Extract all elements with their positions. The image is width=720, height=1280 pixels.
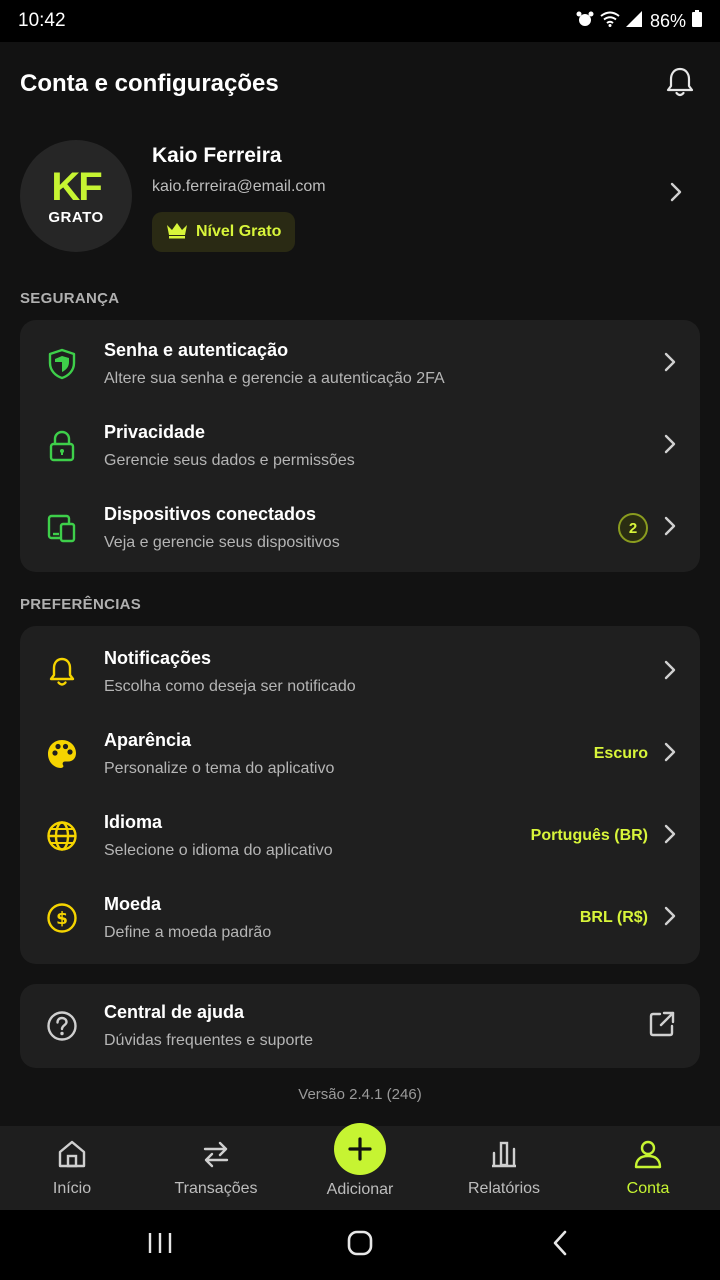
- chart-icon: [489, 1139, 519, 1174]
- back-button[interactable]: [530, 1220, 590, 1270]
- avatar-initials: KF: [51, 164, 102, 209]
- row-password-auth[interactable]: Senha e autenticação Altere sua senha e …: [20, 323, 700, 405]
- section-label-security: SEGURANÇA: [20, 290, 120, 307]
- home-button[interactable]: [330, 1220, 390, 1270]
- row-title: Idioma: [104, 812, 163, 832]
- language-value: Português (BR): [530, 827, 648, 844]
- globe-icon: [46, 820, 78, 852]
- chevron-right-icon: [664, 434, 676, 459]
- currency-value: BRL (R$): [579, 909, 648, 926]
- row-title: Moeda: [104, 894, 162, 914]
- chevron-right-icon: [670, 182, 682, 207]
- profile-card[interactable]: KF GRATO Kaio Ferreira kaio.ferreira@ema…: [20, 140, 700, 260]
- row-currency[interactable]: $ Moeda Define a moeda padrão BRL (R$): [20, 877, 700, 959]
- plus-icon: [334, 1123, 386, 1175]
- page-title: Conta e configurações: [20, 70, 279, 97]
- help-card: Central de ajuda Dúvidas frequentes e su…: [20, 984, 700, 1068]
- row-title: Notificações: [104, 648, 212, 668]
- row-subtitle: Personalize o tema do aplicativo: [104, 760, 335, 777]
- level-badge: Nível Grato: [152, 212, 296, 252]
- svg-text:$: $: [56, 909, 68, 929]
- chevron-right-icon: [664, 352, 676, 377]
- system-nav-bar: [0, 1210, 720, 1280]
- transfer-icon: [201, 1139, 231, 1174]
- row-subtitle: Veja e gerencie seus dispositivos: [104, 534, 340, 551]
- row-subtitle: Selecione o idioma do aplicativo: [104, 842, 333, 859]
- user-icon: [633, 1139, 663, 1174]
- nav-label: Conta: [626, 1179, 670, 1197]
- chevron-right-icon: [664, 906, 676, 931]
- back-icon: [552, 1230, 568, 1261]
- help-icon: [46, 1010, 78, 1042]
- row-help-center[interactable]: Central de ajuda Dúvidas frequentes e su…: [20, 985, 700, 1067]
- chevron-right-icon: [664, 742, 676, 767]
- dollar-icon: $: [46, 902, 78, 934]
- external-link-icon: [648, 1010, 676, 1043]
- nav-item-reports[interactable]: Relatórios: [432, 1126, 576, 1210]
- row-subtitle: Altere sua senha e gerencie a autenticaç…: [104, 370, 445, 387]
- row-notifications[interactable]: Notificações Escolha como deseja ser not…: [20, 631, 700, 713]
- appearance-value: Escuro: [593, 745, 648, 762]
- row-title: Central de ajuda: [104, 1002, 245, 1022]
- row-privacy[interactable]: Privacidade Gerencie seus dados e permis…: [20, 405, 700, 487]
- alarm-icon: [576, 11, 594, 32]
- bottom-nav: Início Transações Adicionar Relatórios C…: [0, 1123, 720, 1210]
- crown-icon: [166, 221, 188, 244]
- nav-label: Início: [52, 1179, 92, 1197]
- profile-email: kaio.ferreira@email.com: [152, 178, 326, 195]
- nav-label: Transações: [174, 1179, 258, 1197]
- avatar-tier: GRATO: [48, 208, 104, 226]
- battery-icon: [692, 10, 702, 32]
- preferences-card: Notificações Escolha como deseja ser not…: [20, 626, 700, 964]
- nav-item-add[interactable]: Adicionar: [288, 1123, 432, 1210]
- chevron-right-icon: [664, 824, 676, 849]
- devices-count-badge: 2: [618, 513, 648, 543]
- row-title: Aparência: [104, 730, 192, 750]
- row-subtitle: Dúvidas frequentes e suporte: [104, 1032, 314, 1049]
- row-language[interactable]: Idioma Selecione o idioma do aplicativo …: [20, 795, 700, 877]
- status-bar: 10:42 86%: [0, 0, 720, 42]
- nav-label: Adicionar: [326, 1181, 394, 1198]
- row-title: Privacidade: [104, 422, 206, 442]
- row-subtitle: Gerencie seus dados e permissões: [104, 452, 355, 469]
- row-connected-devices[interactable]: Dispositivos conectados Veja e gerencie …: [20, 487, 700, 569]
- chevron-right-icon: [664, 516, 676, 541]
- shield-icon: [46, 348, 78, 380]
- row-subtitle: Escolha como deseja ser notificado: [104, 678, 356, 695]
- chevron-right-icon: [664, 660, 676, 685]
- recent-apps-button[interactable]: [130, 1220, 190, 1270]
- wifi-icon: [600, 11, 620, 32]
- security-card: Senha e autenticação Altere sua senha e …: [20, 320, 700, 572]
- nav-item-transactions[interactable]: Transações: [144, 1126, 288, 1210]
- nav-label: Relatórios: [467, 1179, 541, 1197]
- row-appearance[interactable]: Aparência Personalize o tema do aplicati…: [20, 713, 700, 795]
- devices-icon: [46, 512, 78, 544]
- signal-icon: [625, 10, 644, 32]
- row-title: Dispositivos conectados: [104, 504, 317, 524]
- nav-item-account[interactable]: Conta: [576, 1126, 720, 1210]
- bell-icon: [46, 656, 78, 688]
- notifications-button[interactable]: [660, 64, 700, 104]
- header: Conta e configurações: [0, 42, 720, 126]
- palette-icon: [46, 738, 78, 770]
- home-circle-icon: [347, 1230, 373, 1261]
- row-subtitle: Define a moeda padrão: [104, 924, 272, 941]
- app-version: Versão 2.4.1 (246): [298, 1086, 422, 1103]
- level-text: Nível Grato: [196, 223, 282, 240]
- status-time: 10:42: [18, 10, 66, 31]
- battery-text: 86%: [649, 10, 686, 31]
- row-title: Senha e autenticação: [104, 340, 289, 360]
- home-icon: [57, 1139, 87, 1174]
- avatar: KF GRATO: [20, 140, 132, 252]
- section-label-preferences: PREFERÊNCIAS: [20, 596, 142, 613]
- lock-icon: [46, 430, 78, 462]
- bell-icon: [665, 66, 695, 103]
- nav-item-home[interactable]: Início: [0, 1126, 144, 1210]
- profile-name: Kaio Ferreira: [152, 144, 282, 167]
- recent-apps-icon: [147, 1231, 173, 1260]
